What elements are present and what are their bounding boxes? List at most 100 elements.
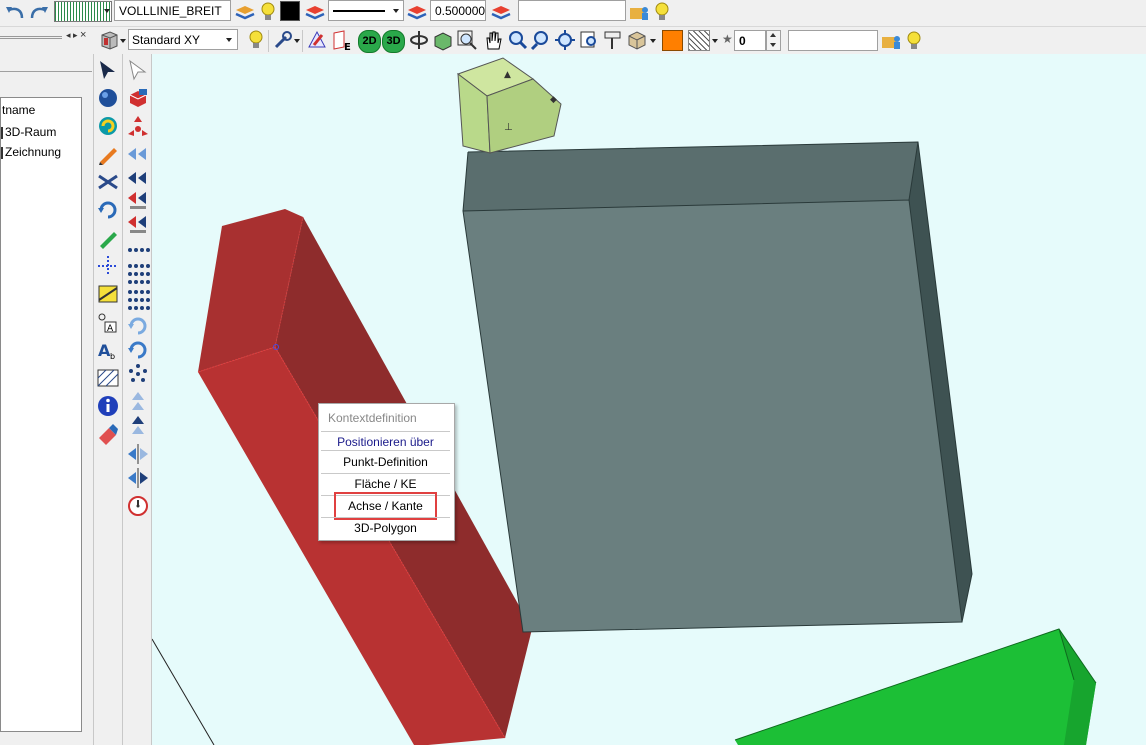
menu-item-3d-polygon[interactable]: 3D-Polygon	[319, 521, 452, 535]
3d-viewport[interactable]: ▲ ◆ ⊥	[152, 54, 1146, 745]
chevron-down-icon[interactable]	[650, 39, 656, 43]
green-box[interactable]	[734, 628, 1097, 745]
dots-grid-large-icon[interactable]	[126, 286, 150, 310]
lightbulb-icon[interactable]	[902, 30, 924, 52]
linetype-name-field[interactable]: VOLLLINIE_BREIT	[114, 0, 231, 21]
context-menu-subtitle: Positionieren über	[337, 435, 434, 449]
dimension-icon[interactable]	[96, 282, 120, 306]
eraser-icon[interactable]	[96, 422, 120, 446]
dots-grid-icon[interactable]	[126, 260, 150, 284]
zoom-out-icon[interactable]	[530, 29, 552, 51]
wrench-icon[interactable]	[272, 29, 294, 51]
select-arrow-icon[interactable]	[96, 58, 120, 82]
line-width-field[interactable]: 0.500000	[430, 0, 486, 21]
spin-buttons[interactable]	[766, 30, 781, 51]
svg-text:E: E	[344, 42, 351, 51]
draw-line-icon[interactable]	[96, 226, 120, 250]
panel-arrows-icon[interactable]: ◂ ▸	[66, 30, 78, 41]
chevron-down-icon[interactable]	[120, 39, 126, 43]
snap-cube-icon[interactable]	[126, 86, 150, 110]
tools-icon[interactable]	[96, 170, 120, 194]
construction-lines-icon[interactable]	[96, 254, 120, 278]
menu-item-punkt-definition[interactable]: Punkt-Definition	[319, 455, 452, 469]
hatch-pattern-swatch[interactable]	[688, 30, 710, 51]
chevron-down-icon[interactable]	[226, 38, 232, 42]
plane-pencil-icon[interactable]	[306, 29, 328, 51]
layer-stack-icon[interactable]	[490, 1, 512, 23]
rotate-blue-icon[interactable]	[126, 338, 150, 362]
redo-icon[interactable]	[28, 1, 50, 23]
copy-move-icon[interactable]	[126, 188, 150, 212]
undo-icon[interactable]	[4, 1, 26, 23]
layer-stack-icon[interactable]	[304, 1, 326, 23]
rotate-light-icon[interactable]	[126, 314, 150, 338]
move-right-icon[interactable]	[126, 142, 150, 166]
lightbulb-icon[interactable]	[244, 29, 266, 51]
svg-text:A: A	[107, 324, 114, 334]
view-cube[interactable]: ▲ ◆ ⊥	[456, 57, 562, 154]
lightbulb-icon[interactable]	[650, 1, 672, 23]
info-icon[interactable]	[96, 394, 120, 418]
chevron-down-icon[interactable]	[712, 39, 718, 43]
paint-roller-icon[interactable]	[602, 29, 624, 51]
chevron-down-icon[interactable]	[104, 9, 110, 13]
view-select[interactable]: Standard XY	[128, 29, 238, 50]
chevron-down-icon[interactable]	[393, 9, 399, 13]
empty-input-field[interactable]	[518, 0, 626, 21]
mirror-2-icon[interactable]	[126, 466, 150, 490]
spin-value-field[interactable]: 0	[734, 30, 766, 51]
move-up-dark-icon[interactable]	[126, 414, 150, 438]
pan-hand-icon[interactable]	[482, 29, 504, 51]
menu-separator	[321, 450, 450, 451]
mirror-icon[interactable]	[126, 442, 150, 466]
orbit-icon[interactable]	[408, 29, 430, 51]
pencil-icon[interactable]	[96, 142, 120, 166]
vertical-toolbar-1: A Ab	[93, 54, 121, 745]
zoom-all-icon[interactable]	[554, 29, 576, 51]
zoom-window-icon[interactable]	[456, 29, 478, 51]
zoom-page-icon[interactable]	[578, 29, 600, 51]
toolbar-row-1: VOLLLINIE_BREIT 0.500000	[0, 0, 1146, 25]
zoom-cube-icon[interactable]	[432, 29, 454, 51]
select-arrow-outline-icon[interactable]	[126, 58, 150, 82]
sphere-icon[interactable]	[96, 86, 120, 110]
refresh-icon[interactable]	[96, 198, 120, 222]
hatch-icon[interactable]	[96, 366, 120, 390]
text-label-icon[interactable]: A	[96, 310, 120, 334]
copy-move-2-icon[interactable]	[126, 212, 150, 236]
dots-circle-icon[interactable]	[126, 362, 150, 386]
menu-item-flaeche-ke[interactable]: Fläche / KE	[319, 477, 452, 491]
separator	[268, 30, 269, 52]
plane-e-icon[interactable]: E	[330, 29, 352, 51]
fill-color-swatch[interactable]	[662, 30, 683, 51]
layer-stack-icon[interactable]	[406, 1, 428, 23]
menu-separator	[321, 431, 450, 432]
svg-text:▲: ▲	[504, 70, 511, 80]
move-up-light-icon[interactable]	[126, 390, 150, 414]
view-2d-button[interactable]: 2D	[358, 30, 381, 53]
color-swatch-black[interactable]	[280, 1, 300, 21]
panel-grip[interactable]	[0, 36, 62, 39]
render-cube-icon[interactable]	[626, 29, 648, 51]
star-icon: ★	[722, 32, 733, 46]
zoom-in-icon[interactable]	[506, 29, 528, 51]
svg-text:⊥: ⊥	[504, 122, 513, 133]
panel-close-icon[interactable]: ×	[80, 29, 86, 41]
tree-item-zeichnung[interactable]: Zeichnung	[1, 144, 81, 162]
text-edit-icon[interactable]: Ab	[96, 338, 120, 362]
rotate-object-icon[interactable]	[96, 114, 120, 138]
triple-arrow-icon[interactable]	[126, 114, 150, 138]
gray-box[interactable]	[462, 141, 973, 633]
tree-item-3d-raum[interactable]: 3D-Raum	[1, 124, 81, 142]
layer-stack-icon[interactable]	[234, 1, 256, 23]
folder-users-icon[interactable]	[880, 30, 902, 52]
view-3d-button[interactable]: 3D	[382, 30, 405, 53]
move-right-dark-icon[interactable]	[126, 166, 150, 190]
folder-users-icon[interactable]	[628, 1, 650, 23]
chevron-down-icon[interactable]	[294, 39, 300, 43]
view-cube-icon[interactable]	[98, 29, 120, 51]
dots-row-icon[interactable]	[126, 238, 150, 262]
empty-input-field[interactable]	[788, 30, 878, 51]
target-icon[interactable]	[126, 494, 150, 518]
lightbulb-icon[interactable]	[256, 1, 278, 23]
